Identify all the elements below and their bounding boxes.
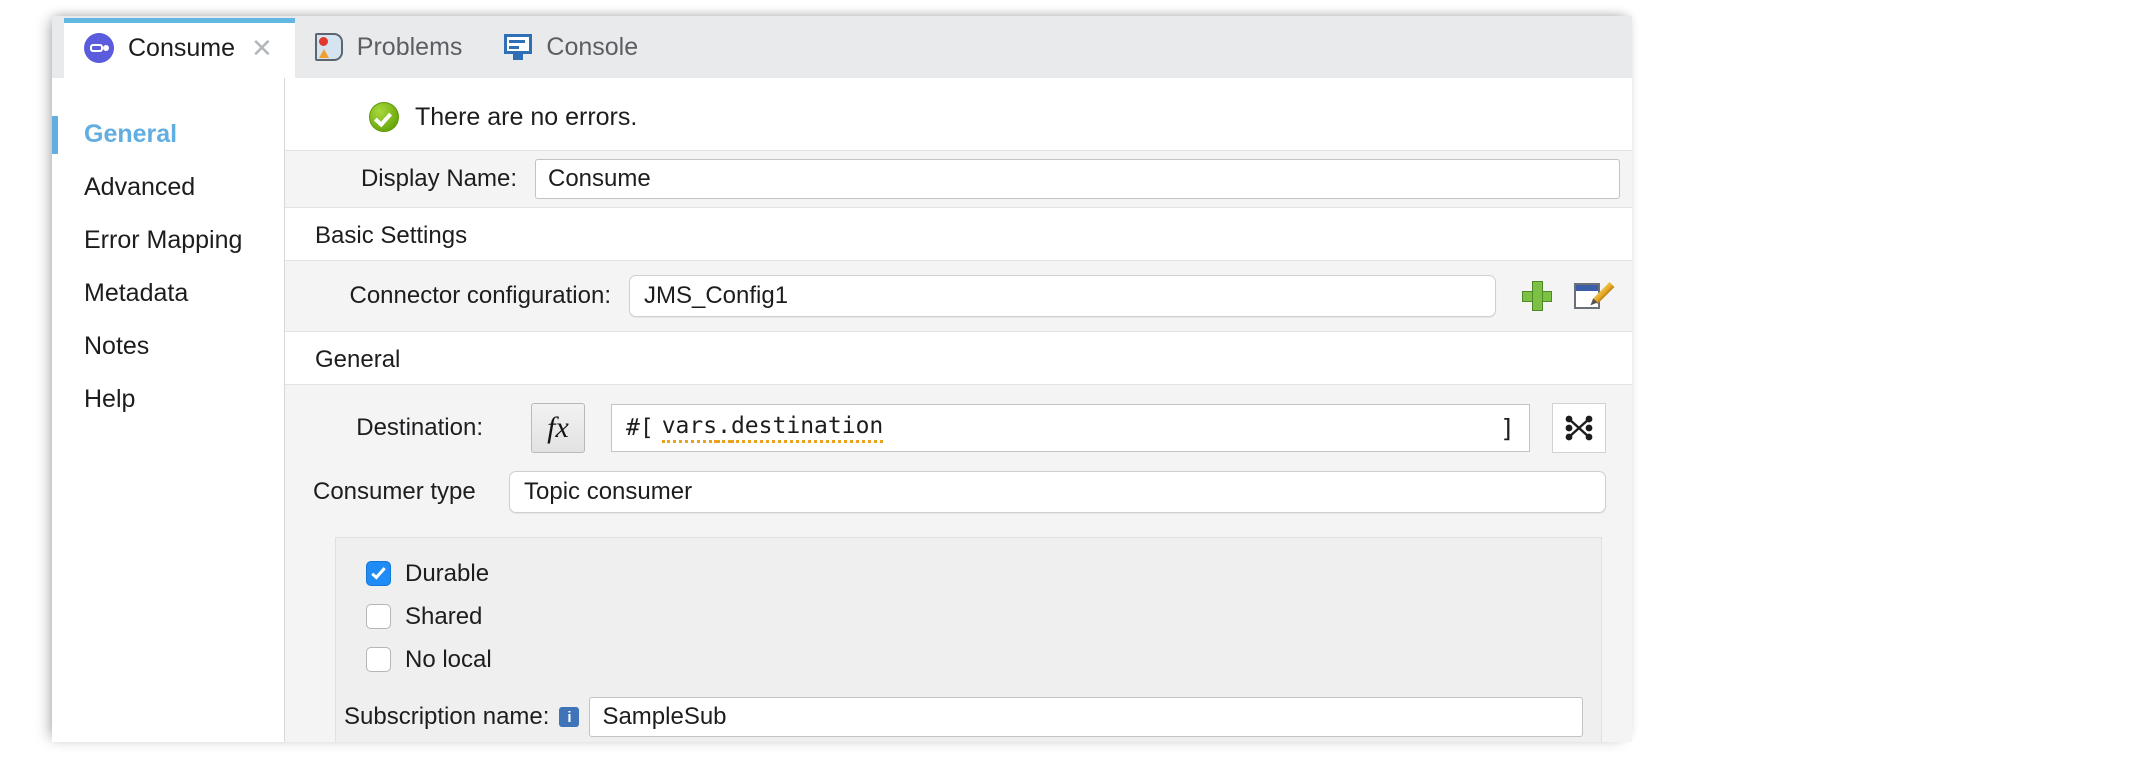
display-name-row: Display Name: Consume [285,150,1632,208]
sidebar-item-label: Notes [84,332,149,361]
consumer-type-select[interactable]: Topic consumer [509,471,1606,513]
properties-editor-window: Consume ✕ Problems Console [52,16,1632,742]
destination-label: Destination: [313,414,483,442]
status-text: There are no errors. [415,103,637,132]
edit-icon[interactable] [1574,281,1606,311]
fx-button[interactable]: fx [531,403,585,453]
sidebar: General Advanced Error Mapping Metadata … [52,78,285,742]
sidebar-item-label: Advanced [84,173,195,202]
console-icon [504,34,532,60]
basic-settings-title: Basic Settings [285,208,1632,260]
plus-icon[interactable] [1522,281,1552,311]
editor-body: General Advanced Error Mapping Metadata … [52,78,1632,742]
subscription-name-label: Subscription name: [344,703,549,731]
destination-expression-input[interactable]: #[ vars . destination ] [611,404,1530,452]
checkbox-row-no-local[interactable]: No local [336,638,1601,681]
display-name-label: Display Name: [303,165,517,193]
tab-consume[interactable]: Consume ✕ [64,18,295,78]
expression-prefix: #[ [626,415,654,441]
general-section-title: General [285,332,1632,384]
connector-configuration-row: Connector configuration: JMS_Config1 [285,260,1632,332]
tab-console-label: Console [546,35,638,60]
info-icon[interactable]: i [559,707,579,727]
sidebar-item-label: Error Mapping [84,226,242,255]
expression-dot: . [717,413,731,443]
tab-strip: Consume ✕ Problems Console [52,16,1632,78]
checkbox-durable[interactable] [366,561,391,586]
success-check-icon [369,102,399,132]
settings-content: There are no errors. Display Name: Consu… [285,78,1632,742]
consumer-type-row: Consumer type Topic consumer [285,461,1632,523]
close-icon[interactable]: ✕ [251,35,273,61]
tab-problems[interactable]: Problems [295,16,485,78]
transform-nodes-icon[interactable] [1552,403,1606,453]
expression-property-token: destination [731,413,883,443]
checkbox-row-shared[interactable]: Shared [336,595,1601,638]
expression-suffix: ] [1500,414,1515,443]
sidebar-item-metadata[interactable]: Metadata [52,267,284,320]
consumer-type-label: Consumer type [313,478,483,506]
problems-icon [315,33,343,61]
sidebar-item-notes[interactable]: Notes [52,320,284,373]
checkbox-no-local-label: No local [405,646,492,674]
consume-icon [84,33,114,63]
sidebar-item-advanced[interactable]: Advanced [52,161,284,214]
tab-console[interactable]: Console [484,16,660,78]
checkbox-no-local[interactable] [366,647,391,672]
checkbox-shared[interactable] [366,604,391,629]
tab-problems-label: Problems [357,35,463,60]
screen-root: Consume ✕ Problems Console [0,0,2142,758]
general-settings-panel: Destination: fx #[ vars . destination ] [285,384,1632,742]
status-banner: There are no errors. [285,78,1632,150]
subscription-name-row: Subscription name: i SampleSub [336,689,1601,742]
checkbox-durable-label: Durable [405,560,489,588]
sidebar-item-help[interactable]: Help [52,373,284,426]
display-name-input[interactable]: Consume [535,159,1620,199]
sidebar-item-label: General [84,120,177,149]
checkbox-row-durable[interactable]: Durable [336,552,1601,595]
consumer-options-group: Durable Shared No local Subscripti [335,537,1602,742]
sidebar-item-label: Metadata [84,279,188,308]
sidebar-item-general[interactable]: General [52,108,284,161]
destination-row: Destination: fx #[ vars . destination ] [285,395,1632,461]
subscription-name-input[interactable]: SampleSub [589,697,1583,737]
connector-configuration-label: Connector configuration: [313,282,611,310]
connector-configuration-select[interactable]: JMS_Config1 [629,275,1496,317]
sidebar-item-label: Help [84,385,135,414]
tab-consume-label: Consume [128,36,235,61]
checkbox-shared-label: Shared [405,603,482,631]
expression-scope-token: vars [662,413,717,443]
sidebar-item-error-mapping[interactable]: Error Mapping [52,214,284,267]
